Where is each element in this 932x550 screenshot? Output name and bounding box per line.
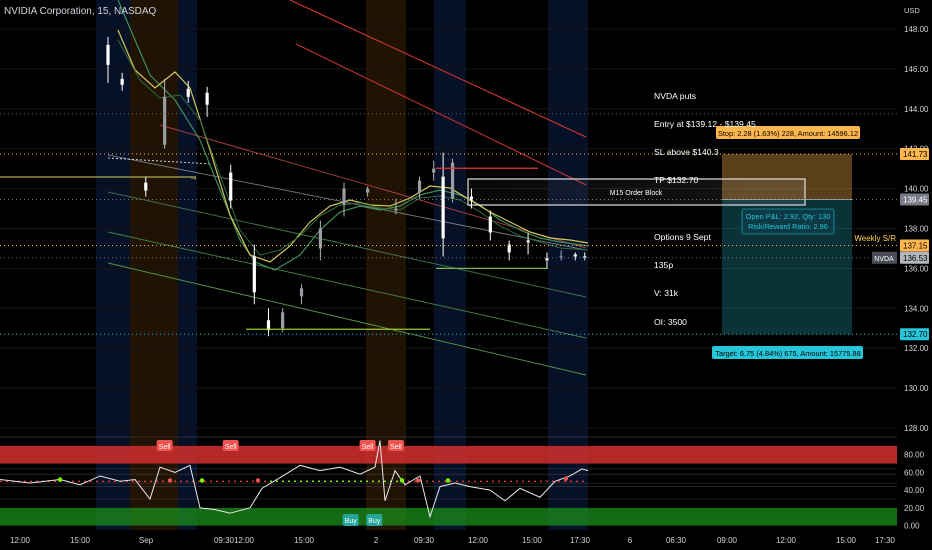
osc-dot [255,478,261,483]
trade-note-line: NVDA puts [654,90,697,101]
candle-body [299,288,304,297]
sell-marker-label: Sell [362,444,374,451]
candle-body [229,172,233,201]
trade-note-gap [654,205,756,214]
time-tick: 12:00 [468,536,489,545]
osc-dot [57,477,63,482]
candle-body [120,78,124,85]
time-tick: 6 [628,536,633,545]
candle-body [559,256,563,258]
time-tick: 15:00 [294,536,315,545]
trade-note-line: Entry at $139.12 - $139.45 [654,119,756,130]
time-tick: 09:30 [414,536,435,545]
osc-dot [199,478,205,483]
trade-note: NVDA puts Entry at $139.12 - $139.45 SL … [654,73,756,346]
ray-arrow: → [189,172,198,182]
candle-body [432,168,436,173]
osc-tick: 40.00 [904,486,925,495]
osc-dot [415,478,421,483]
target-label: Target: 6.75 (4.84%) 675, Amount: 15775.… [715,349,860,358]
time-tick: 06:30 [666,536,687,545]
price-chart[interactable]: → Stop: 2.28 (1.63%) 228, Amount: 14596.… [0,0,932,550]
candle-body [417,180,422,193]
chart-title: NVIDIA Corporation, 15, NASDAQ [4,6,157,17]
time-tick: 17:30 [875,536,896,545]
osc-tick: 60.00 [904,468,925,477]
time-tick: 15:00 [522,536,543,545]
candle-body [281,312,285,329]
candle-body [186,88,190,97]
candle-body [394,208,398,211]
osc-dot [399,478,405,483]
overbought-band [0,445,897,464]
weekly-sr-label: Weekly S/R [854,234,896,243]
price-tick: 146.00 [904,65,929,74]
currency-label: USD [904,6,920,15]
candle-body [545,258,549,261]
time-tick: 15:00 [70,536,91,545]
sell-marker-label: Sell [225,444,237,451]
pnl-label: Open P&L: 2.92, Qty: 130 [746,212,831,221]
candle-body [366,188,370,193]
price-tick: 136.00 [904,264,929,273]
osc-tick: 80.00 [904,451,925,460]
price-tag-value: 141.73 [903,150,928,159]
trade-note-line: Options 9 Sept [654,231,711,242]
time-tick: 09:00 [717,536,738,545]
candle-body [526,240,530,243]
trade-note-line: 135p [654,260,674,271]
trade-note-line: V: 31k [654,288,679,299]
time-tick: 09:30 [214,536,235,545]
oversold-band [0,507,897,526]
price-tick: 140.00 [904,185,929,194]
candle-body [205,92,209,105]
price-tag-value: 139.45 [903,196,928,205]
candle-body [488,216,492,233]
candle-body [573,254,577,257]
price-tag-value: 136.53 [903,254,928,263]
candle-body [144,182,148,191]
time-tick: 12:00 [10,536,31,545]
time-tick: 17:30 [570,536,591,545]
trade-note-line: OI: 3500 [654,316,687,327]
price-tick: 134.00 [904,304,929,313]
price-tick: 144.00 [904,105,929,114]
buy-marker-label: Buy [345,518,358,525]
price-tick: 138.00 [904,224,929,233]
candle-body [163,96,167,145]
sell-marker-label: Sell [159,444,171,451]
buy-marker-label: Buy [368,518,381,525]
time-tick: 12:00 [776,536,797,545]
candle-body [441,176,445,239]
price-tick: 130.00 [904,384,929,393]
trade-note-line: SL above $140.3 [654,147,719,158]
osc-tick: 0.00 [904,522,920,531]
price-tick: 128.00 [904,424,929,433]
osc-dot [563,476,569,481]
price-tick: 148.00 [904,25,929,34]
price-tag-value: 132.70 [903,330,928,339]
osc-dot [445,478,451,483]
price-tag-value: 137.15 [903,241,928,250]
time-tick: 2 [374,536,379,545]
time-axis: 12:00 15:00 Sep 09:30 12:00 15:00 2 09:30 12:00 1… [0,530,932,550]
price-tick: 132.00 [904,344,929,353]
time-tick: 12:00 [234,536,255,545]
candle-body [342,188,346,205]
rr-label: Risk/Reward Ratio: 2.96 [748,222,828,231]
symbol-tag-label: NVDA [874,256,894,263]
price-axis: USD148.00146.00144.00142.00140.00138.001… [897,0,932,531]
time-tick: Sep [139,536,154,545]
sell-marker-label: Sell [390,444,402,451]
candle-body [106,44,110,65]
osc-dot [167,478,173,483]
trade-note-line: TP $132.70 [654,175,699,186]
candle-body [252,256,256,293]
osc-tick: 20.00 [904,504,925,513]
time-tick: 15:00 [836,536,857,545]
